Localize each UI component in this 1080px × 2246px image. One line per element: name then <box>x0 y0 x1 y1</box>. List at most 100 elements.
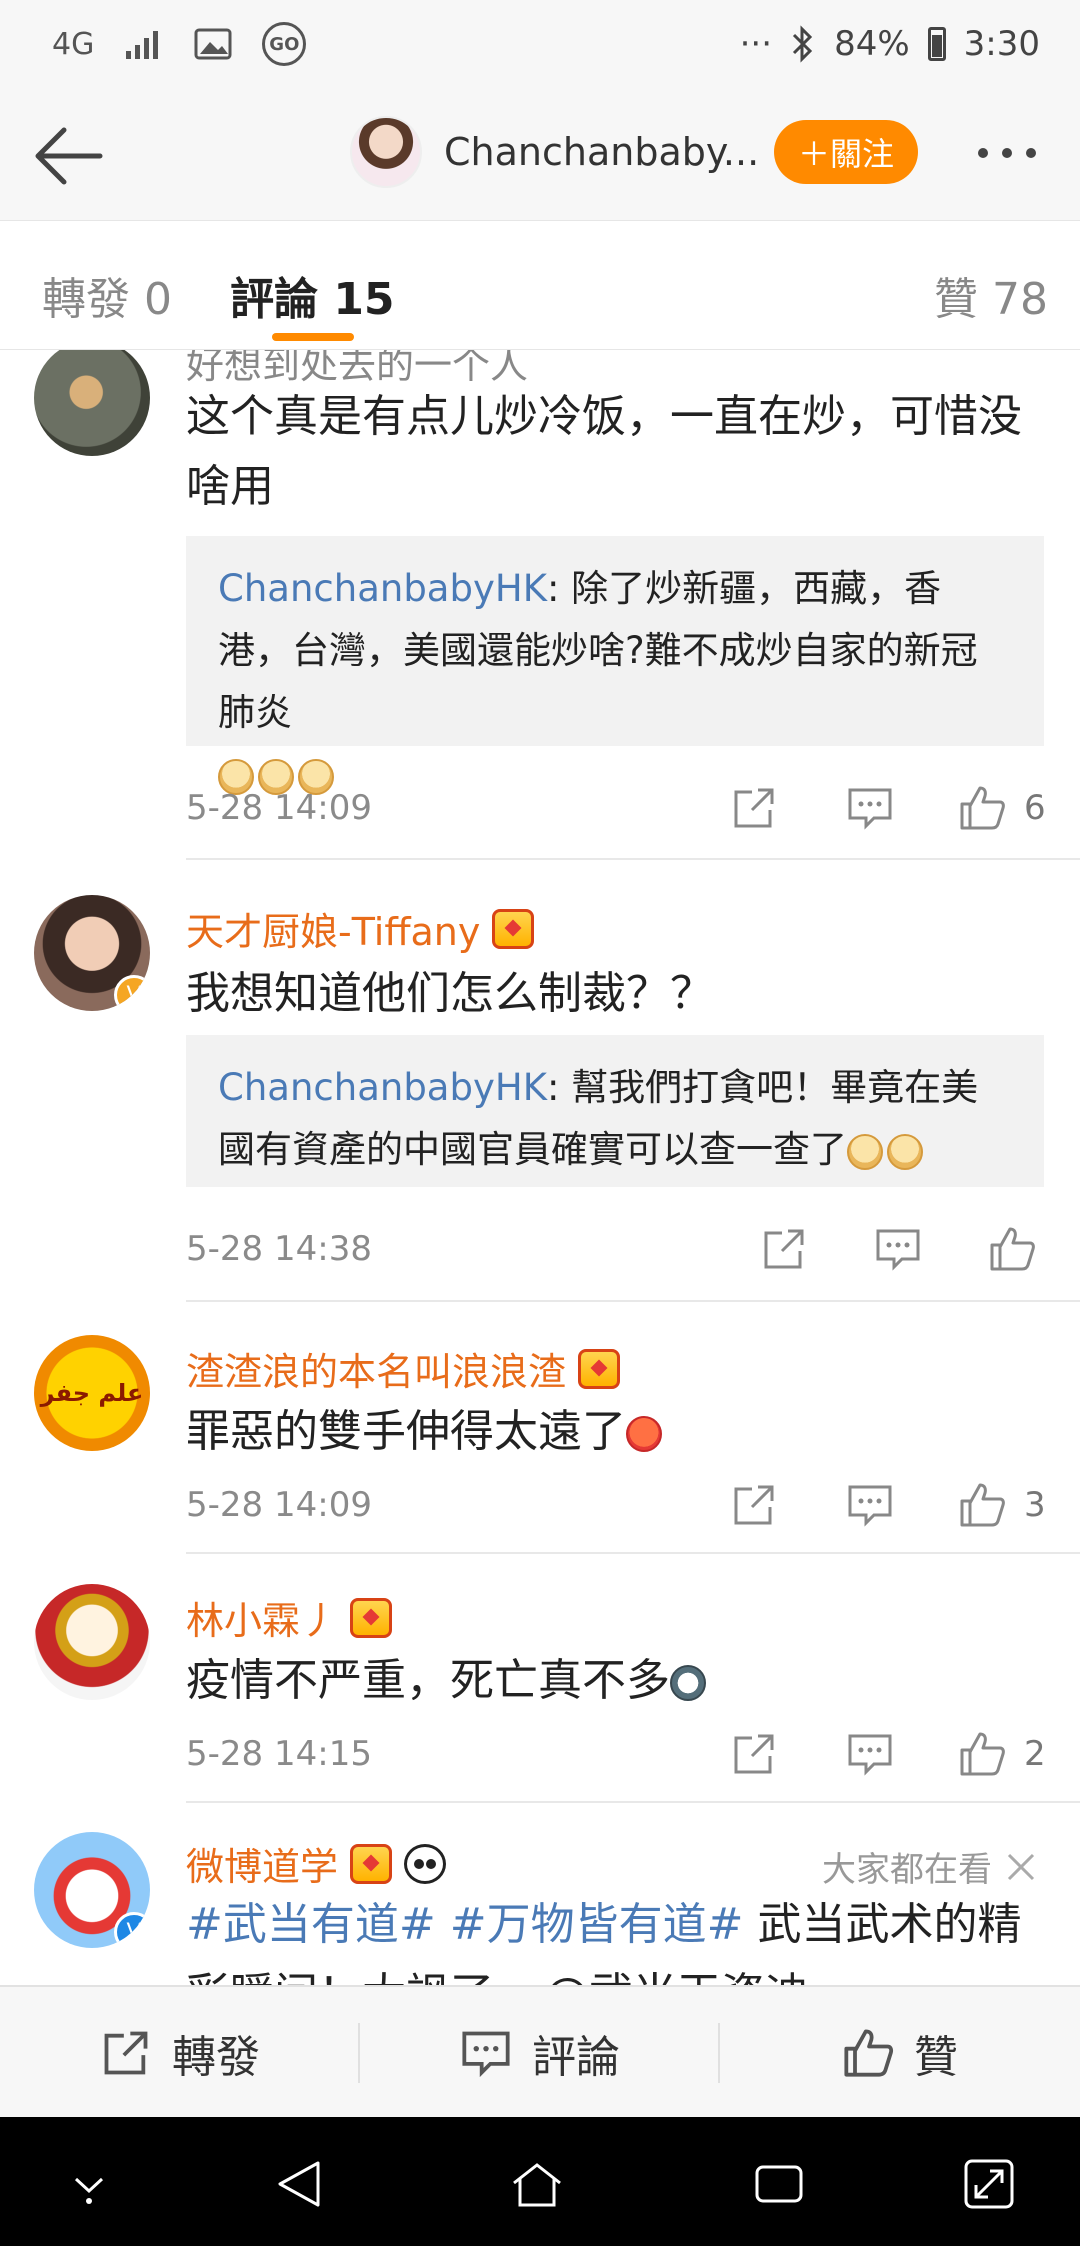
comment-label: 評論 <box>532 2032 620 2083</box>
share-icon[interactable] <box>760 1225 808 1273</box>
tab-comments[interactable]: 評論 15 <box>230 263 395 327</box>
more-options-icon[interactable] <box>978 148 1036 158</box>
like-count: 6 <box>1024 788 1046 828</box>
hide-keyboard-icon[interactable] <box>62 2157 116 2211</box>
bottom-action-bar: 轉發 評論 贊 <box>0 1985 1080 2117</box>
comment-text: 这个真是有点儿炒冷饭，一直在炒，可惜没啥用 <box>186 391 1022 512</box>
comment-time: 5-28 14:15 <box>186 1734 372 1774</box>
share-icon[interactable] <box>730 784 778 832</box>
close-icon[interactable] <box>1006 1852 1036 1882</box>
avatar[interactable] <box>34 1584 150 1700</box>
more-status-dots: ··· <box>739 24 773 64</box>
battery-percent: 84% <box>834 24 910 64</box>
battery-icon <box>927 27 946 61</box>
comment-username[interactable]: 微博道学 <box>186 1836 447 1891</box>
husky-emoji-icon <box>670 1665 706 1701</box>
comment-time: 5-28 14:09 <box>186 788 372 828</box>
comment-meta: 5-28 14:09 6 <box>186 778 1046 838</box>
verified-badge-icon: V <box>114 1912 150 1948</box>
system-navigation-bar <box>0 2117 1080 2246</box>
comment-button[interactable]: 評論 <box>360 1987 720 2119</box>
back-nav-icon[interactable] <box>274 2157 328 2211</box>
clock: 3:30 <box>963 24 1040 64</box>
share-icon[interactable] <box>730 1481 778 1529</box>
author-reply[interactable]: ChanchanbabyHK: 幫我們打貪吧！畢竟在美國有資產的中國官員確實可以… <box>186 1035 1044 1187</box>
username-text[interactable]: 微博道学 <box>186 1836 338 1891</box>
vip-crown-icon <box>350 1843 393 1884</box>
topic-link[interactable]: #武当有道# <box>186 1899 436 1950</box>
avatar[interactable]: V <box>34 895 150 1011</box>
vip-crown-icon <box>578 1348 621 1389</box>
divider <box>186 1300 1080 1302</box>
recommendation-label: 大家都在看 <box>822 1842 1036 1891</box>
repost-button[interactable]: 轉發 <box>0 1987 360 2119</box>
username-text[interactable]: 渣渣浪的本名叫浪浪渣 <box>186 1341 566 1396</box>
post-tabs: 轉發 0 評論 15 贊 78 <box>0 220 1080 350</box>
username-text[interactable]: 天才厨娘-Tiffany <box>186 901 480 956</box>
like-label: 贊 <box>914 2032 958 2083</box>
verified-badge-icon: V <box>114 975 150 1011</box>
comment-text-body: 罪惡的雙手伸得太遠了 <box>186 1406 626 1457</box>
doge-emoji-icon <box>887 1133 923 1170</box>
image-icon <box>194 28 232 60</box>
reply-icon[interactable] <box>874 1225 922 1273</box>
active-tab-indicator <box>272 333 354 341</box>
tab-reposts[interactable]: 轉發 0 <box>42 263 172 327</box>
like-icon[interactable] <box>988 1225 1036 1273</box>
like-icon[interactable] <box>958 784 1006 832</box>
comment-text-body: 疫情不严重，死亡真不多 <box>186 1655 670 1706</box>
follow-button[interactable]: ＋關注 <box>774 120 918 184</box>
reply-username[interactable]: ChanchanbabyHK <box>218 567 547 610</box>
reply-icon[interactable] <box>846 1730 894 1778</box>
comment-meta: 5-28 14:09 3 <box>186 1475 1046 1535</box>
author-avatar[interactable] <box>350 116 422 188</box>
comment-text: 疫情不严重，死亡真不多 <box>186 1646 1048 1716</box>
panda-badge-icon <box>404 1843 447 1884</box>
avatar[interactable]: علم جفر <box>34 1335 150 1451</box>
share-icon[interactable] <box>730 1730 778 1778</box>
angry-emoji-icon <box>626 1416 662 1452</box>
like-icon[interactable] <box>958 1481 1006 1529</box>
comment-icon <box>462 2031 510 2078</box>
like-icon[interactable] <box>958 1730 1006 1778</box>
comment-text: 罪惡的雙手伸得太遠了 <box>186 1397 1048 1467</box>
home-nav-icon[interactable] <box>510 2157 564 2211</box>
comment-time: 5-28 14:38 <box>186 1229 372 1269</box>
expand-icon[interactable] <box>962 2157 1016 2211</box>
bluetooth-icon <box>793 25 813 63</box>
username-text[interactable]: 林小霖丿 <box>186 1590 338 1645</box>
tab-likes[interactable]: 贊 78 <box>934 263 1048 327</box>
comment-text: #武当有道# #万物皆有道# 武当武术的精彩瞬间！太飒了~ @武当王资迪 <box>186 1890 1048 1985</box>
back-arrow-icon[interactable] <box>28 116 108 196</box>
like-icon <box>844 2029 894 2077</box>
topic-link[interactable]: #万物皆有道# <box>450 1899 744 1950</box>
like-count: 3 <box>1024 1485 1046 1525</box>
comment-username[interactable]: 渣渣浪的本名叫浪浪渣 <box>186 1341 621 1396</box>
comment-username[interactable]: 林小霖丿 <box>186 1590 393 1645</box>
repost-icon <box>104 2031 148 2075</box>
avatar[interactable] <box>34 350 150 456</box>
author-reply[interactable]: ChanchanbabyHK: 除了炒新疆，西藏，香港，台灣，美國還能炒啥?難不… <box>186 536 1044 795</box>
like-button[interactable]: 贊 <box>720 1987 1080 2119</box>
reply-icon[interactable] <box>846 1481 894 1529</box>
avatar-calligraphy: علم جفر <box>40 1379 144 1407</box>
status-left: 4G GO <box>52 22 307 66</box>
signal-icon <box>126 31 159 59</box>
status-bar: 4G GO ··· 84% 3:30 <box>0 0 1080 92</box>
comment-username[interactable]: 天才厨娘-Tiffany <box>186 901 535 956</box>
comment-meta: 5-28 14:15 2 <box>186 1724 1046 1784</box>
reply-icon[interactable] <box>846 784 894 832</box>
status-right: ··· 84% 3:30 <box>740 24 1040 64</box>
comment-meta: 5-28 14:38 <box>186 1219 1046 1279</box>
nav-bar: Chanchanbaby... ＋關注 <box>0 92 1080 220</box>
recent-apps-icon[interactable] <box>752 2157 806 2211</box>
author-name[interactable]: Chanchanbaby... <box>444 130 759 174</box>
avatar[interactable]: V <box>34 1832 150 1948</box>
like-count: 2 <box>1024 1734 1046 1774</box>
doge-emoji-icon <box>847 1133 883 1170</box>
comment-feed[interactable]: 好想到处去的一个人 这个真是有点儿炒冷饭，一直在炒，可惜没啥用 Chanchan… <box>0 350 1080 1985</box>
reply-username[interactable]: ChanchanbabyHK <box>218 1066 547 1109</box>
network-indicator: 4G <box>52 26 95 62</box>
divider <box>186 858 1080 860</box>
watching-text: 大家都在看 <box>822 1850 992 1890</box>
